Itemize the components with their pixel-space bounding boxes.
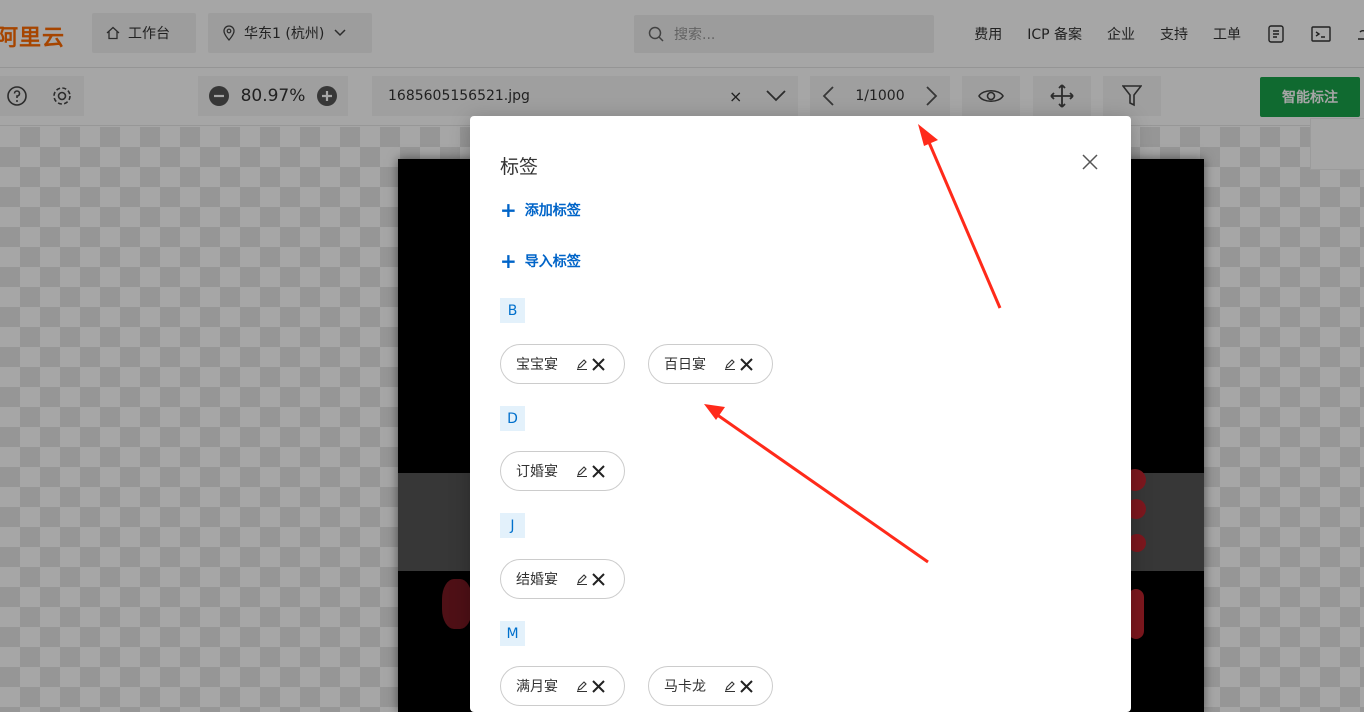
edit-icon[interactable]: [576, 573, 588, 585]
delete-icon[interactable]: [592, 464, 605, 478]
group-letter-m: M: [500, 621, 525, 646]
tag-chip[interactable]: 结婚宴: [500, 559, 625, 599]
delete-icon[interactable]: [740, 357, 753, 371]
edit-icon[interactable]: [724, 680, 736, 692]
plus-icon: +: [500, 249, 517, 273]
tag-chip[interactable]: 满月宴: [500, 666, 625, 706]
tag-label: 订婚宴: [516, 464, 558, 480]
edit-icon[interactable]: [576, 358, 588, 370]
tag-label: 结婚宴: [516, 572, 558, 588]
tag-chip[interactable]: 宝宝宴: [500, 344, 625, 384]
tag-chip[interactable]: 马卡龙: [648, 666, 773, 706]
import-tag-button[interactable]: + 导入标签: [500, 251, 581, 271]
delete-icon[interactable]: [592, 572, 605, 586]
tag-chip[interactable]: 百日宴: [648, 344, 773, 384]
group-letter-j: J: [500, 513, 525, 538]
delete-icon[interactable]: [740, 679, 753, 693]
group-letter-b: B: [500, 298, 525, 323]
tag-dialog: 标签 + 添加标签 + 导入标签 B 宝宝宴 百日宴 D 订婚宴 J 结婚宴 M…: [470, 116, 1131, 712]
edit-icon[interactable]: [576, 465, 588, 477]
tag-chip[interactable]: 订婚宴: [500, 451, 625, 491]
delete-icon[interactable]: [592, 679, 605, 693]
tag-label: 满月宴: [516, 679, 558, 695]
tag-label: 百日宴: [664, 357, 706, 373]
tag-label: 宝宝宴: [516, 357, 558, 373]
plus-icon: +: [500, 198, 517, 222]
edit-icon[interactable]: [724, 358, 736, 370]
delete-icon[interactable]: [592, 357, 605, 371]
edit-icon[interactable]: [576, 680, 588, 692]
dialog-title: 标签: [500, 156, 539, 178]
import-tag-label: 导入标签: [524, 254, 581, 270]
close-icon[interactable]: [1080, 152, 1100, 172]
add-tag-button[interactable]: + 添加标签: [500, 200, 581, 220]
tag-label: 马卡龙: [664, 679, 706, 695]
add-tag-label: 添加标签: [524, 203, 581, 219]
group-letter-d: D: [500, 406, 525, 431]
